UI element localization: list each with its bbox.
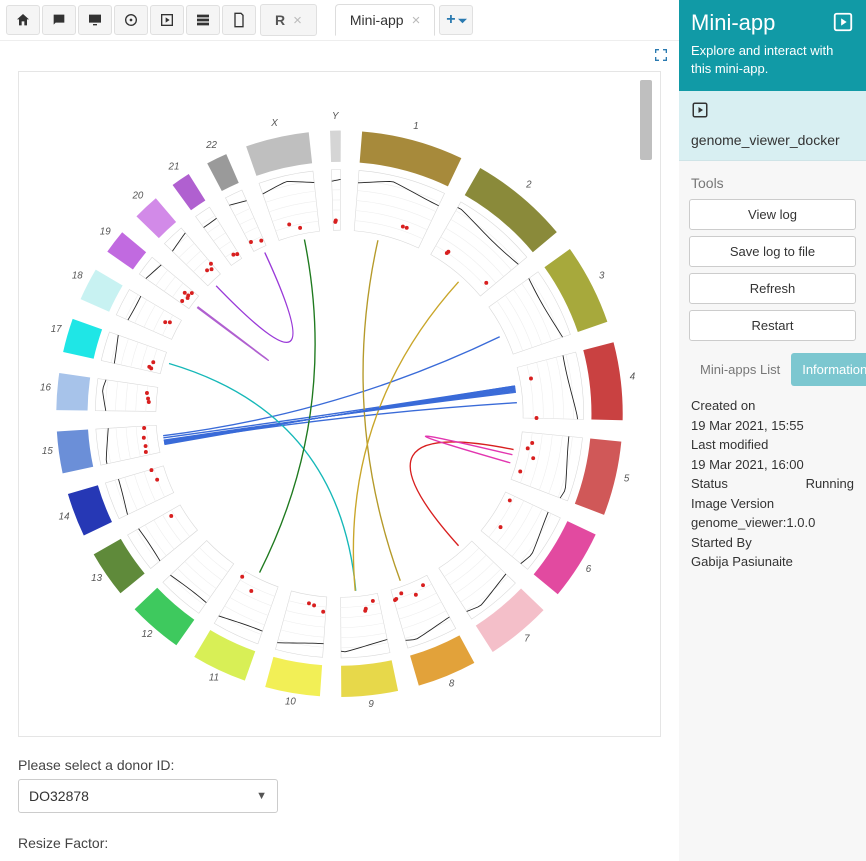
link: [163, 337, 500, 436]
tab-information[interactable]: Information: [791, 353, 866, 386]
view-log-button[interactable]: View log: [689, 199, 856, 230]
link: [425, 436, 512, 463]
close-icon[interactable]: ×: [412, 13, 421, 28]
chrom-label-6: 6: [586, 564, 592, 575]
ideogram-4: [583, 342, 622, 420]
play-square-icon[interactable]: [150, 5, 184, 35]
tab-miniapp[interactable]: Mini-app ×: [335, 4, 435, 36]
circos-plot: 12345678910111213141516171819202122XY: [18, 71, 661, 737]
play-square-icon[interactable]: [832, 11, 854, 36]
scrollbar[interactable]: [640, 80, 652, 160]
ideogram-22: [207, 154, 239, 191]
tab-miniapp-label: Mini-app: [350, 12, 404, 28]
close-icon[interactable]: ×: [293, 13, 302, 28]
chat-icon[interactable]: [42, 5, 76, 35]
chrom-label-9: 9: [368, 699, 374, 710]
save-log-button[interactable]: Save log to file: [689, 236, 856, 267]
tab-miniapps-list[interactable]: Mini-apps List: [689, 353, 791, 386]
info-modified-label: Last modified: [691, 435, 854, 455]
info-image-label: Image Version: [691, 494, 854, 514]
tab-r-label: R: [275, 12, 285, 28]
info-image-value: genome_viewer:1.0.0: [691, 513, 854, 533]
chrom-label-18: 18: [72, 271, 83, 282]
ideogram-5: [575, 439, 621, 515]
side-title: Mini-app: [691, 10, 775, 36]
restart-button[interactable]: Restart: [689, 310, 856, 341]
chrom-label-15: 15: [42, 446, 53, 457]
ideogram-10: [265, 657, 322, 696]
info-created-value: 19 Mar 2021, 15:55: [691, 416, 854, 436]
ideogram-18: [81, 270, 123, 312]
chrom-label-12: 12: [142, 629, 153, 640]
ideogram-21: [173, 174, 206, 210]
info-status-value: Running: [806, 474, 854, 494]
sub-toolbar: [0, 41, 679, 71]
chrom-label-10: 10: [285, 697, 296, 708]
chrom-label-13: 13: [91, 573, 102, 584]
info-modified-value: 19 Mar 2021, 16:00: [691, 455, 854, 475]
donor-id-value: DO32878: [29, 788, 89, 804]
chrom-label-21: 21: [168, 162, 180, 173]
top-toolbar: R × Mini-app × +: [0, 0, 679, 41]
chrom-label-5: 5: [624, 473, 630, 484]
chrom-label-1: 1: [413, 121, 418, 132]
home-icon[interactable]: [6, 5, 40, 35]
chrom-label-17: 17: [51, 324, 62, 335]
refresh-button[interactable]: Refresh: [689, 273, 856, 304]
chrom-label-8: 8: [449, 679, 455, 690]
chrom-label-20: 20: [131, 190, 143, 201]
ideogram-X: [246, 132, 312, 176]
ideogram-14: [68, 485, 112, 535]
expand-icon[interactable]: [653, 47, 669, 66]
donor-id-select[interactable]: DO32878 ▼: [18, 779, 278, 813]
target-icon[interactable]: [114, 5, 148, 35]
circos-svg: 12345678910111213141516171819202122XY: [27, 80, 652, 728]
info-block: Created on 19 Mar 2021, 15:55 Last modif…: [689, 386, 856, 582]
new-tab-button[interactable]: +: [439, 5, 473, 35]
chrom-label-4: 4: [630, 372, 636, 383]
side-panel: Mini-app Explore and interact with this …: [679, 0, 866, 861]
ideogram-16: [56, 373, 90, 411]
ideogram-17: [63, 319, 102, 359]
tab-r[interactable]: R ×: [260, 4, 317, 36]
chrom-label-X: X: [270, 118, 278, 129]
chrom-label-11: 11: [209, 673, 219, 684]
caret-down-icon: ▼: [256, 790, 267, 802]
donor-id-label: Please select a donor ID:: [18, 757, 661, 773]
desktop-icon[interactable]: [78, 5, 112, 35]
resize-factor-label: Resize Factor:: [18, 835, 661, 851]
ideogram-19: [107, 232, 146, 269]
link: [353, 282, 458, 591]
info-started-label: Started By: [691, 533, 854, 553]
ideogram-15: [57, 430, 93, 474]
chrom-label-14: 14: [59, 511, 70, 522]
tools-label: Tools: [691, 175, 856, 191]
ideogram-9: [341, 660, 398, 697]
info-created-label: Created on: [691, 396, 854, 416]
side-subtitle: Explore and interact with this mini-app.: [691, 42, 854, 77]
chrom-label-7: 7: [524, 634, 530, 645]
table-icon[interactable]: [186, 5, 220, 35]
chrom-label-22: 22: [205, 140, 217, 151]
file-icon[interactable]: [222, 5, 256, 35]
link: [164, 403, 517, 443]
link: [197, 307, 268, 361]
chrom-label-16: 16: [40, 383, 51, 394]
ideogram-Y: [330, 131, 341, 162]
chrom-label-2: 2: [525, 180, 532, 191]
chrom-label-3: 3: [599, 271, 605, 282]
info-started-value: Gabija Pasiunaite: [691, 552, 854, 572]
play-square-icon: [691, 101, 709, 119]
chrom-label-Y: Y: [332, 111, 340, 122]
info-status-label: Status: [691, 474, 728, 494]
chrom-label-19: 19: [100, 227, 111, 238]
app-name: genome_viewer_docker: [691, 132, 854, 148]
link: [260, 240, 316, 573]
ideogram-20: [136, 198, 176, 238]
